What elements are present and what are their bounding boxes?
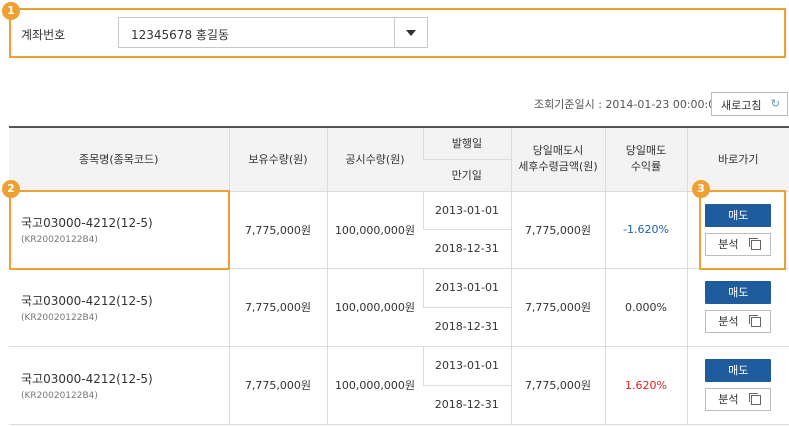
- annotation-badge-1: 1: [2, 2, 20, 20]
- bond-name-cell: 국고03000-4212(12-5) (KR20020122B4): [9, 346, 229, 425]
- listed-qty: 100,000,000원: [326, 346, 423, 425]
- account-select[interactable]: 12345678 홍길동: [118, 17, 428, 48]
- sell-button[interactable]: 매도: [705, 281, 772, 304]
- bond-name: 국고03000-4212(12-5): [21, 293, 153, 308]
- sell-button[interactable]: 매도: [705, 359, 772, 382]
- return-rate: 1.620%: [604, 346, 687, 425]
- analysis-button[interactable]: 분석: [705, 232, 772, 256]
- maturity-date: 2018-12-31: [423, 385, 511, 425]
- triangle-down-icon: [406, 30, 416, 36]
- refresh-button[interactable]: 새로고침 ↻: [711, 92, 788, 116]
- account-selected-value: 12345678 홍길동: [131, 28, 230, 42]
- return-rate: 0.000%: [604, 268, 687, 347]
- shortcut-cell: 매도 분석: [686, 191, 789, 269]
- holding-qty: 7,775,000원: [228, 268, 327, 347]
- analysis-button[interactable]: 분석: [705, 310, 772, 333]
- analysis-button-label: 분석: [718, 237, 739, 251]
- analysis-button-label: 분석: [718, 315, 739, 328]
- refresh-button-label: 새로고침: [721, 99, 762, 112]
- header-issue-date: 발행일: [422, 126, 511, 160]
- bond-name-cell: 국고03000-4212(12-5) (KR20020122B4): [9, 191, 229, 269]
- proceeds: 7,775,000원: [510, 346, 605, 425]
- listed-qty: 100,000,000원: [326, 268, 423, 347]
- listed-qty: 100,000,000원: [326, 191, 423, 269]
- table-row: 국고03000-4212(12-5) (KR20020122B4) 7,775,…: [9, 346, 789, 425]
- shortcut-cell: 매도 분석: [686, 268, 789, 347]
- table-row: 국고03000-4212(12-5) (KR20020122B4) 7,775,…: [9, 191, 789, 269]
- popup-window-icon: [749, 237, 762, 250]
- maturity-date: 2018-12-31: [423, 229, 511, 269]
- analysis-button[interactable]: 분석: [705, 388, 772, 411]
- account-selector-panel: 계좌번호 12345678 홍길동: [9, 8, 786, 58]
- bond-code: (KR20020122B4): [21, 312, 98, 323]
- bond-name: 국고03000-4212(12-5): [21, 216, 153, 230]
- annotation-badge-3: 3: [692, 180, 710, 198]
- holding-qty: 7,775,000원: [228, 191, 327, 269]
- bond-code: (KR20020122B4): [21, 390, 98, 401]
- header-maturity-date: 만기일: [423, 159, 511, 192]
- proceeds: 7,775,000원: [510, 268, 605, 347]
- issue-date: 2013-01-01: [422, 191, 511, 230]
- query-timestamp: 조회기준일시 : 2014-01-23 00:00:00: [534, 98, 723, 111]
- header-listed-qty: 공시수량(원): [326, 126, 423, 192]
- issue-date: 2013-01-01: [422, 346, 511, 386]
- bond-name: 국고03000-4212(12-5): [21, 371, 153, 386]
- popup-window-icon: [749, 315, 762, 327]
- account-label: 계좌번호: [21, 28, 66, 42]
- maturity-date: 2018-12-31: [423, 307, 511, 347]
- holding-qty: 7,775,000원: [228, 346, 327, 425]
- shortcut-cell: 매도 분석: [686, 346, 789, 425]
- issue-date: 2013-01-01: [422, 268, 511, 308]
- table-row: 국고03000-4212(12-5) (KR20020122B4) 7,775,…: [9, 268, 789, 347]
- annotation-badge-2: 2: [2, 180, 20, 198]
- proceeds: 7,775,000원: [510, 191, 605, 269]
- header-return: 당일매도 수익률: [604, 126, 687, 192]
- analysis-button-label: 분석: [718, 393, 739, 406]
- return-rate: -1.620%: [604, 191, 687, 269]
- refresh-icon: ↻: [770, 97, 780, 110]
- sell-button[interactable]: 매도: [705, 203, 772, 227]
- bond-name-cell: 국고03000-4212(12-5) (KR20020122B4): [9, 268, 229, 347]
- holdings-table: 종목명(종목코드) 보유수량(원) 공시수량(원) 발행일 당일매도시 세후수령…: [9, 126, 789, 425]
- header-holding-qty: 보유수량(원): [228, 126, 327, 192]
- popup-window-icon: [749, 393, 762, 405]
- header-name: 종목명(종목코드): [9, 126, 229, 192]
- header-proceeds: 당일매도시 세후수령금액(원): [510, 126, 605, 192]
- account-dropdown-toggle[interactable]: [394, 18, 427, 47]
- bond-code: (KR20020122B4): [21, 235, 98, 245]
